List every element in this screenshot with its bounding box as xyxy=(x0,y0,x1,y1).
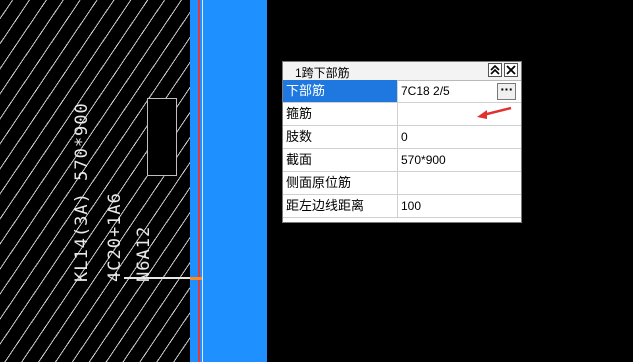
leader-line xyxy=(124,277,190,279)
orange-tick-mark xyxy=(190,277,202,280)
beam-label-line2: 4C20+1A6 xyxy=(105,192,125,282)
property-value[interactable] xyxy=(398,172,521,194)
property-value-cell[interactable]: ··· xyxy=(398,80,521,102)
property-row-side-rebar[interactable]: 侧面原位筋 xyxy=(283,172,521,195)
property-row-legs[interactable]: 肢数 0 xyxy=(283,126,521,149)
property-name: 距左边线距离 xyxy=(283,195,398,217)
beam-label-line3: N6A12 xyxy=(134,225,154,282)
property-row-section[interactable]: 截面 570*900 xyxy=(283,149,521,172)
property-value[interactable]: 570*900 xyxy=(398,149,521,171)
close-icon[interactable] xyxy=(504,63,518,77)
property-panel: 1跨下部筋 下部筋 ··· 箍筋 肢数 0 截面 570*900 侧面原位筋 距… xyxy=(282,61,522,223)
property-value[interactable]: 100 xyxy=(398,195,521,217)
double-chevron-up-icon[interactable] xyxy=(488,63,502,77)
panel-title-bar[interactable]: 1跨下部筋 xyxy=(283,62,521,81)
property-name: 侧面原位筋 xyxy=(283,172,398,194)
column-edge-white-line xyxy=(202,0,203,362)
property-name: 下部筋 xyxy=(283,80,398,102)
bottom-rebar-input[interactable] xyxy=(399,81,494,101)
column-edge-red-line xyxy=(198,0,200,362)
red-arrow-icon xyxy=(477,106,512,119)
beam-label-line1: KL14(3A) 570*900 xyxy=(72,102,92,282)
property-name: 箍筋 xyxy=(283,103,398,125)
panel-title: 1跨下部筋 xyxy=(295,66,350,80)
property-row-left-distance[interactable]: 距左边线距离 100 xyxy=(283,195,521,218)
ellipsis-button[interactable]: ··· xyxy=(497,83,516,100)
property-name: 肢数 xyxy=(283,126,398,148)
beam-annotation: KL14(3A) 570*900 4C20+1A6 N6A12 xyxy=(72,52,172,292)
property-row-bottom-rebar[interactable]: 下部筋 ··· xyxy=(283,80,521,103)
property-value[interactable]: 0 xyxy=(398,126,521,148)
property-name: 截面 xyxy=(283,149,398,171)
